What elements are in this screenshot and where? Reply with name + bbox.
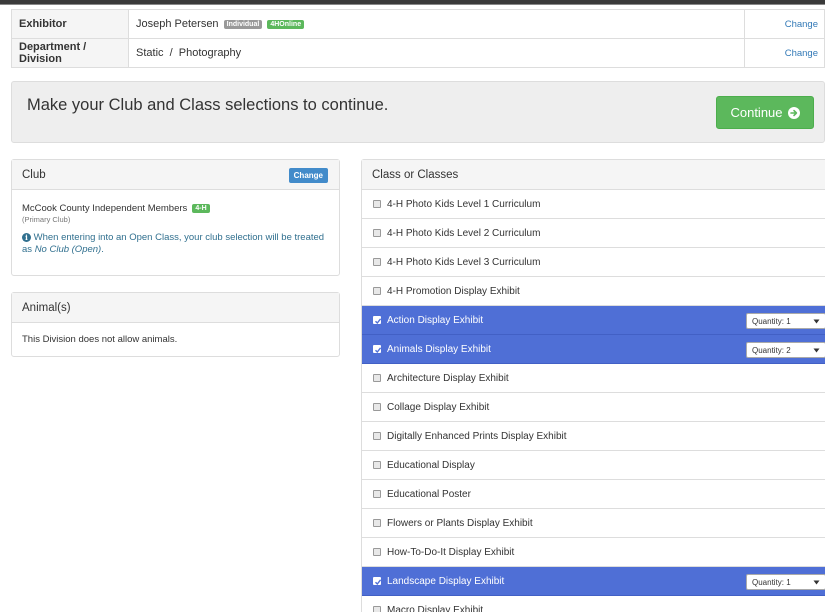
department-label: Department / Division — [11, 38, 129, 68]
class-row[interactable]: Flowers or Plants Display Exhibit — [362, 509, 825, 538]
class-label: Animals Display Exhibit — [387, 343, 491, 355]
class-row[interactable]: Collage Display Exhibit — [362, 393, 825, 422]
class-row[interactable]: Educational Display — [362, 451, 825, 480]
checkbox-checked[interactable] — [373, 577, 382, 586]
class-label: Educational Display — [387, 459, 475, 471]
quantity-select[interactable]: Quantity: 1 — [746, 574, 825, 590]
checkbox[interactable] — [373, 287, 381, 295]
class-label: Action Display Exhibit — [387, 314, 484, 326]
note-suffix: . — [101, 244, 104, 255]
quantity-select[interactable]: Quantity: 1 — [746, 313, 825, 329]
class-row[interactable]: 4-H Photo Kids Level 3 Curriculum — [362, 248, 825, 277]
4honline-badge: 4HOnline — [267, 20, 305, 29]
continue-label: Continue — [730, 105, 783, 120]
class-row[interactable]: 4-H Photo Kids Level 2 Curriculum — [362, 219, 825, 248]
checkbox[interactable] — [373, 490, 381, 498]
class-row[interactable]: Architecture Display Exhibit — [362, 364, 825, 393]
department-value: Static / Photography — [128, 38, 745, 68]
checkbox[interactable] — [373, 461, 381, 469]
4h-badge: 4-H — [192, 204, 210, 213]
individual-badge: Individual — [223, 20, 263, 29]
arrow-circle-right-icon — [787, 106, 800, 119]
class-label: Educational Poster — [387, 488, 471, 500]
class-label: 4-H Photo Kids Level 2 Curriculum — [387, 227, 541, 239]
classes-panel: Class or Classes 4-H Photo Kids Level 1 … — [361, 159, 825, 612]
classes-panel-title: Class or Classes — [372, 168, 459, 181]
exhibitor-action-cell: Change — [744, 9, 825, 39]
note-emphasis: No Club (Open) — [34, 244, 102, 255]
class-row[interactable]: Digitally Enhanced Prints Display Exhibi… — [362, 422, 825, 451]
class-row[interactable]: 4-H Promotion Display Exhibit — [362, 277, 825, 306]
exhibitor-name: Joseph Petersen — [136, 18, 219, 30]
checkbox[interactable] — [373, 374, 381, 382]
class-label: 4-H Photo Kids Level 3 Curriculum — [387, 256, 541, 268]
class-label: 4-H Photo Kids Level 1 Curriculum — [387, 198, 541, 210]
quantity-select[interactable]: Quantity: 2 — [746, 342, 825, 358]
class-row[interactable]: Landscape Display Exhibit Quantity: 1 — [362, 567, 825, 596]
checkbox[interactable] — [373, 258, 381, 266]
checkbox[interactable] — [373, 200, 381, 208]
selection-banner: Make your Club and Class selections to c… — [11, 81, 825, 143]
exhibitor-label: Exhibitor — [11, 9, 129, 39]
classes-panel-header: Class or Classes — [362, 160, 825, 190]
club-panel-header: Club Change — [12, 160, 339, 190]
class-label: Flowers or Plants Display Exhibit — [387, 517, 533, 529]
checkbox[interactable] — [373, 519, 381, 527]
open-class-note: i When entering into an Open Class, your… — [22, 232, 329, 256]
club-panel: Club Change McCook County Independent Me… — [11, 159, 340, 276]
banner-message: Make your Club and Class selections to c… — [27, 96, 389, 114]
class-label: Landscape Display Exhibit — [387, 575, 505, 587]
animals-panel-title: Animal(s) — [22, 301, 71, 314]
window-top-rule — [0, 4, 825, 5]
exhibitor-value: Joseph Petersen Individual 4HOnline — [128, 9, 745, 39]
class-row[interactable]: Macro Display Exhibit — [362, 596, 825, 612]
class-label: How-To-Do-It Display Exhibit — [387, 546, 515, 558]
animals-message: This Division does not allow animals. — [22, 334, 178, 345]
info-icon: i — [22, 233, 31, 242]
entry-info-table: Exhibitor Joseph Petersen Individual 4HO… — [11, 9, 825, 68]
checkbox[interactable] — [373, 548, 381, 556]
club-name: McCook County Independent Members — [22, 203, 188, 214]
checkbox[interactable] — [373, 229, 381, 237]
caret-down-icon — [813, 347, 820, 356]
checkbox-checked[interactable] — [373, 345, 382, 354]
class-row[interactable]: How-To-Do-It Display Exhibit — [362, 538, 825, 567]
class-row[interactable]: Educational Poster — [362, 480, 825, 509]
quantity-value: Quantity: 2 — [752, 345, 791, 355]
checkbox-checked[interactable] — [373, 316, 382, 325]
class-label: Architecture Display Exhibit — [387, 372, 509, 384]
class-row[interactable]: Action Display Exhibit Quantity: 1 — [362, 306, 825, 335]
class-label: Macro Display Exhibit — [387, 604, 484, 612]
primary-club-label: (Primary Club) — [22, 215, 71, 224]
class-label: Collage Display Exhibit — [387, 401, 490, 413]
club-panel-body: McCook County Independent Members 4-H (P… — [12, 190, 339, 256]
department-row: Department / Division Static / Photograp… — [11, 38, 825, 68]
change-exhibitor-link[interactable]: Change — [785, 19, 818, 30]
class-label: Digitally Enhanced Prints Display Exhibi… — [387, 430, 567, 442]
checkbox[interactable] — [373, 432, 381, 440]
quantity-value: Quantity: 1 — [752, 316, 791, 326]
checkbox[interactable] — [373, 606, 381, 612]
animals-panel-header: Animal(s) — [12, 293, 339, 323]
class-row[interactable]: 4-H Photo Kids Level 1 Curriculum — [362, 190, 825, 219]
exhibitor-row: Exhibitor Joseph Petersen Individual 4HO… — [11, 9, 825, 39]
class-label: 4-H Promotion Display Exhibit — [387, 285, 520, 297]
animals-panel: Animal(s) This Division does not allow a… — [11, 292, 340, 357]
caret-down-icon — [813, 579, 820, 588]
department-action-cell: Change — [744, 38, 825, 68]
caret-down-icon — [813, 318, 820, 327]
change-department-link[interactable]: Change — [785, 48, 818, 59]
checkbox[interactable] — [373, 403, 381, 411]
class-row[interactable]: Animals Display Exhibit Quantity: 2 — [362, 335, 825, 364]
quantity-value: Quantity: 1 — [752, 577, 791, 587]
change-club-button[interactable]: Change — [288, 168, 328, 183]
continue-button[interactable]: Continue — [716, 96, 814, 129]
club-panel-title: Club — [22, 168, 46, 181]
class-list: 4-H Photo Kids Level 1 Curriculum 4-H Pho… — [362, 190, 825, 612]
